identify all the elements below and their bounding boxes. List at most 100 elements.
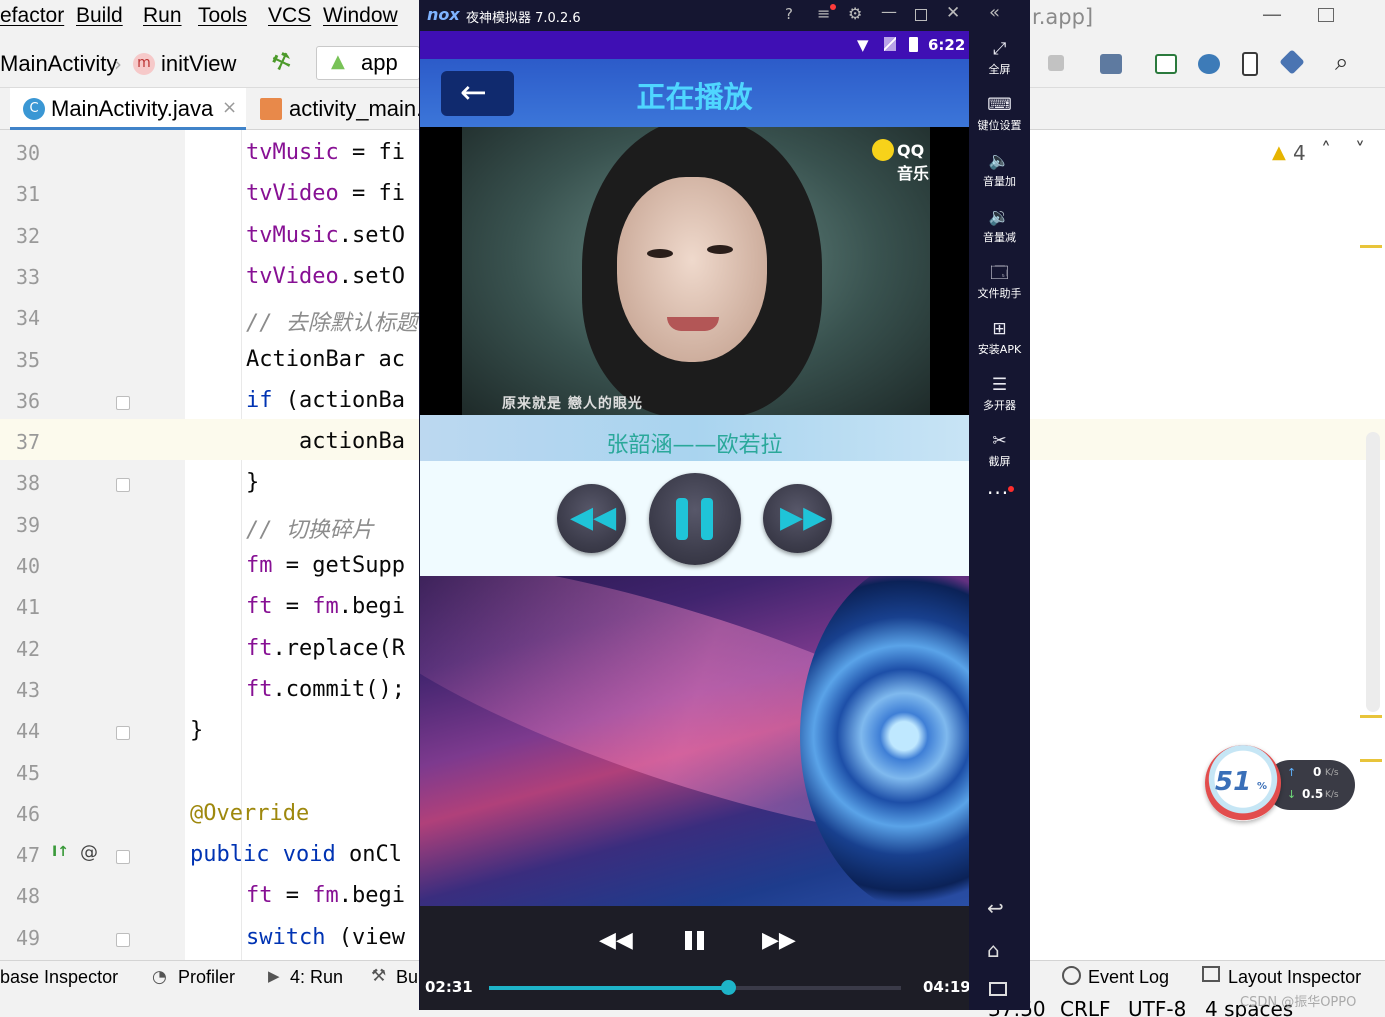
pause-button[interactable] [649, 473, 741, 565]
video-player[interactable]: QQ音乐 原来就是 戀人的眼光 [420, 127, 969, 415]
memory-percent: 51 [1215, 767, 1252, 797]
app-toolbar: ← 正在播放 [420, 59, 969, 127]
device-manager-icon[interactable] [1100, 54, 1122, 74]
fullscreen-button[interactable]: ⤢ 全屏 [969, 39, 1030, 77]
file-encoding[interactable]: UTF-8 [1128, 997, 1186, 1017]
close-icon[interactable]: ✕ [946, 3, 960, 23]
more-icon[interactable]: ··· [987, 481, 1009, 505]
sdk-manager-icon[interactable] [1279, 49, 1305, 75]
warning-marker[interactable] [1360, 759, 1382, 762]
fold-marker[interactable] [116, 932, 130, 947]
side-item-label: 多开器 [983, 399, 1016, 412]
code-token: .replace(R [272, 635, 405, 661]
apk-icon: ⊞ [992, 319, 1007, 339]
warning-icon[interactable]: ▲ [1272, 142, 1286, 163]
menu-run[interactable]: Run [143, 4, 182, 28]
run-config-select[interactable]: ▲ app [316, 46, 420, 80]
annotation-icon[interactable]: @ [80, 842, 98, 863]
fullscreen-icon: ⤢ [992, 39, 1007, 59]
warning-marker[interactable] [1360, 715, 1382, 718]
event-log-tab[interactable]: Event Log [1088, 967, 1169, 988]
multi-icon: ☰ [991, 375, 1008, 395]
warning-count: 4 [1293, 141, 1306, 165]
code-token: } [190, 718, 204, 744]
breadcrumb-class[interactable]: MainActivity [0, 51, 117, 77]
tab-mainactivity[interactable]: C MainActivity.java × [10, 88, 246, 130]
network-speed-widget[interactable]: ↑ 0 K/s ↓ 0.5 K/s 51 % [1205, 745, 1355, 825]
warning-marker[interactable] [1360, 245, 1382, 248]
editor-scrollbar[interactable] [1366, 432, 1380, 712]
implements-icon[interactable]: I↑ [52, 844, 69, 860]
keyboard-button[interactable]: ⌨ 键位设置 [969, 95, 1030, 133]
database-inspector-tab[interactable]: base Inspector [0, 967, 118, 988]
restore-button[interactable] [1318, 8, 1334, 22]
media-controller: ◀◀ ▶▶ 02:31 04:19 [420, 906, 969, 1010]
next-icon[interactable]: ▶▶ [762, 928, 796, 953]
flower-shape [800, 576, 969, 906]
volume-down-button[interactable]: 🔉 音量减 [969, 207, 1030, 245]
run-tab[interactable]: 4: Run [290, 967, 343, 988]
fold-marker[interactable] [116, 478, 130, 493]
stop-icon[interactable] [1048, 55, 1064, 71]
fold-marker[interactable] [116, 726, 130, 741]
build-tab[interactable]: Bu [396, 967, 418, 988]
avd-manager-icon[interactable] [1242, 52, 1258, 76]
maximize-icon[interactable] [915, 9, 927, 21]
tab-activity-main[interactable]: activity_main. [289, 96, 422, 122]
search-icon[interactable]: ⌕ [1335, 48, 1348, 76]
multi-button[interactable]: ☰ 多开器 [969, 375, 1030, 413]
fast-forward-button[interactable]: ▶▶ [763, 484, 832, 553]
menu-icon[interactable]: ≡ [817, 4, 830, 23]
menu-window[interactable]: Window [323, 4, 398, 28]
collapse-sidebar-icon[interactable]: « [989, 2, 1000, 23]
left-eye [647, 249, 673, 258]
line-number: 30 [16, 141, 41, 165]
recents-icon[interactable] [989, 982, 1007, 996]
hammer-icon[interactable]: ⚒ [268, 47, 295, 77]
volume-up-button[interactable]: 🔈 音量加 [969, 151, 1030, 189]
seek-thumb[interactable] [720, 980, 736, 995]
file-button[interactable]: 🗔 文件助手 [969, 263, 1030, 301]
profiler-tab[interactable]: Profiler [178, 967, 235, 988]
run-window-icon[interactable] [1155, 54, 1177, 74]
code-token: tvVideo [246, 263, 339, 289]
menu-refactor[interactable]: efactor [0, 4, 64, 28]
menu-tools[interactable]: Tools [198, 4, 247, 28]
seek-bar[interactable] [489, 980, 901, 995]
menu-build[interactable]: Build [76, 4, 123, 28]
settings-icon[interactable]: ⚙ [848, 4, 862, 23]
emulator-sidebar: ⤢ 全屏 ⌨ 键位设置 🔈 音量加 🔉 音量减 🗔 文件助手 ⊞ 安装APK ☰ 多开器 ✂ 截屏 ··· ↩… [969, 31, 1030, 1010]
song-title: 张韶涵——欧若拉 [606, 433, 783, 458]
scissors-button[interactable]: ✂ 截屏 [969, 431, 1030, 469]
minimize-icon[interactable]: — [881, 2, 897, 21]
close-icon[interactable]: × [222, 97, 237, 118]
prev-icon[interactable]: ◀◀ [599, 928, 633, 953]
fast-forward-icon: ▶▶ [780, 500, 827, 535]
home-icon[interactable]: ⌂ [987, 938, 1000, 962]
chevron-up-icon[interactable]: ˄ [1321, 138, 1331, 162]
pause-bar-left[interactable] [685, 931, 692, 950]
fold-marker[interactable] [116, 395, 130, 410]
line-separator[interactable]: CRLF [1060, 997, 1111, 1017]
fold-marker[interactable] [116, 850, 130, 865]
layout-inspector-tab[interactable]: Layout Inspector [1228, 967, 1361, 988]
code-token: .setO [338, 263, 405, 289]
menu-vcs[interactable]: VCS [268, 4, 311, 28]
code-token: @Override [190, 800, 310, 826]
breadcrumb-method[interactable]: initView [161, 51, 236, 77]
side-item-label: 音量减 [983, 231, 1016, 244]
minimize-button[interactable]: — [1262, 2, 1282, 26]
download-unit: K/s [1325, 790, 1339, 800]
apk-button[interactable]: ⊞ 安装APK [969, 319, 1030, 357]
code-token: tvMusic [246, 140, 339, 165]
smile [667, 317, 719, 331]
help-icon[interactable]: ? [785, 5, 793, 23]
chevron-down-icon[interactable]: ˅ [1355, 138, 1365, 162]
sync-icon[interactable] [1198, 54, 1220, 74]
back-icon[interactable]: ↩ [987, 896, 1004, 920]
upload-unit: K/s [1325, 768, 1339, 778]
watermark: CSDN @振华OPPO [1240, 995, 1357, 1010]
rewind-button[interactable]: ◀◀ [557, 484, 626, 553]
pause-bar-right[interactable] [697, 931, 704, 950]
pause-bar-right [701, 498, 713, 540]
